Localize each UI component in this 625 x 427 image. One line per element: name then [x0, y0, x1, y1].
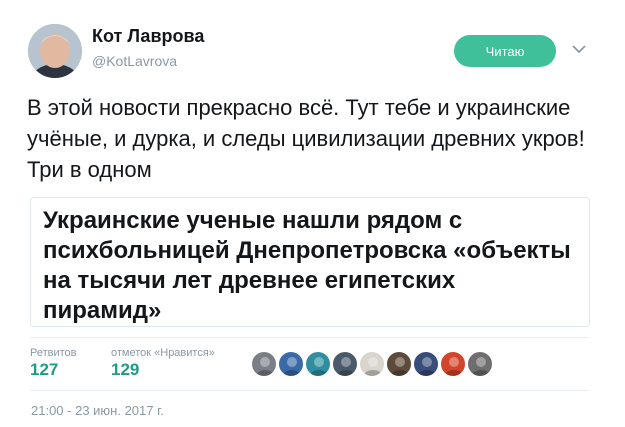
- liker-avatar[interactable]: [332, 351, 358, 377]
- liker-avatar[interactable]: [278, 351, 304, 377]
- tweet-timestamp[interactable]: 21:00 - 23 июн. 2017 г.: [31, 403, 164, 418]
- tweet-text: В этой новости прекрасно всё. Тут тебе и…: [27, 95, 585, 182]
- liker-avatar[interactable]: [386, 351, 412, 377]
- liker-avatar[interactable]: [413, 351, 439, 377]
- liker-avatar[interactable]: [305, 351, 331, 377]
- liker-avatar[interactable]: [359, 351, 385, 377]
- likes-label: отметок «Нравится»: [111, 347, 215, 359]
- link-card[interactable]: Украинские ученые нашли рядом с психболь…: [30, 197, 590, 327]
- retweets-label: Ретвитов: [30, 347, 77, 359]
- liker-avatar[interactable]: [251, 351, 277, 377]
- divider: [30, 390, 590, 391]
- liker-avatar[interactable]: [467, 351, 493, 377]
- divider: [30, 337, 590, 338]
- likes-count[interactable]: 129: [111, 360, 139, 380]
- display-name[interactable]: Кот Лаврова: [92, 26, 204, 47]
- card-title: Украинские ученые нашли рядом с психболь…: [43, 207, 571, 324]
- liker-avatar[interactable]: [440, 351, 466, 377]
- chevron-down-icon[interactable]: [571, 43, 587, 55]
- user-handle[interactable]: @KotLavrova: [92, 53, 177, 69]
- retweets-count[interactable]: 127: [30, 360, 58, 380]
- avatar[interactable]: [28, 24, 82, 78]
- following-button[interactable]: Читаю: [454, 35, 556, 67]
